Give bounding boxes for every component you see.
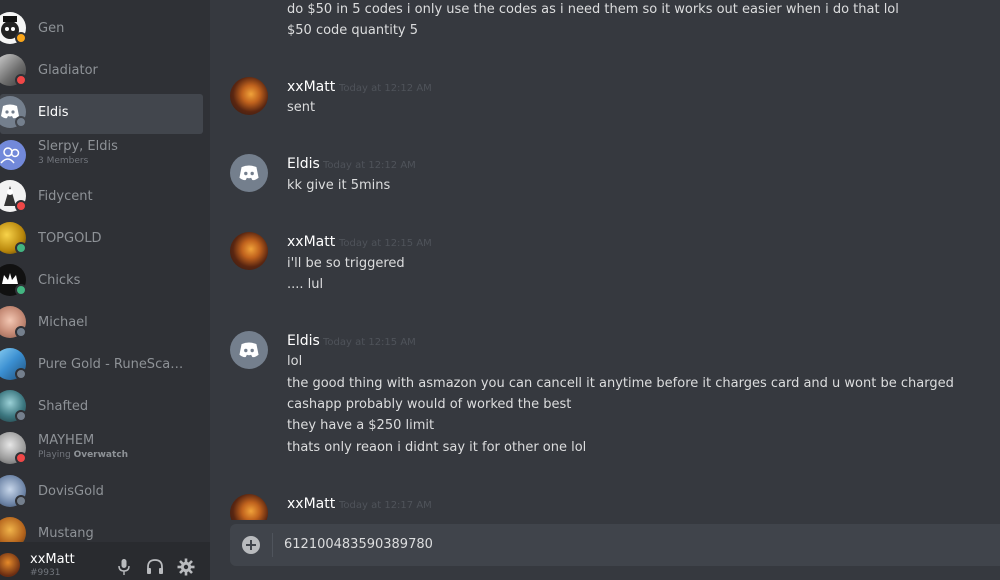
message-text: i'll be so triggered (287, 256, 405, 271)
status-dnd-icon (15, 74, 27, 86)
dm-name: Pure Gold - RuneScape ... (38, 357, 190, 372)
user-panel: xxMatt #9931 (0, 542, 210, 580)
message-text: kk give it 5mins (287, 178, 391, 193)
dm-list: Gen Gladiator Eldis Slerpy, Eldis 3 Memb… (0, 0, 210, 542)
status-offline-icon (15, 116, 27, 128)
status-idle-icon (15, 32, 27, 44)
message-author[interactable]: xxMatt (287, 496, 335, 512)
message-text: the good thing with asmazon you can canc… (287, 376, 954, 391)
message-author[interactable]: xxMatt (287, 79, 335, 95)
divider (272, 533, 273, 557)
dm-item-dovisgold[interactable]: DovisGold (0, 473, 203, 513)
message-text: thats only reaon i didnt say it for othe… (287, 440, 587, 455)
message-author[interactable]: Eldis (287, 333, 320, 349)
settings-gear-icon[interactable] (177, 558, 199, 580)
message-timestamp: Today at 12:15 AM (339, 238, 432, 249)
message-author[interactable]: xxMatt (287, 234, 335, 250)
message-timestamp: Today at 12:12 AM (339, 83, 432, 94)
dm-item-mayhem[interactable]: MAYHEM Playing Overwatch (0, 430, 203, 470)
upload-plus-icon[interactable] (242, 536, 260, 554)
group-icon (0, 147, 20, 164)
activity-prefix: Playing (38, 450, 71, 460)
message-input[interactable]: 612100483590389780 (284, 537, 433, 552)
dm-item-michael[interactable]: Michael (0, 304, 203, 344)
avatar (0, 140, 26, 170)
message-list: do $50 in 5 codes i only use the codes a… (210, 0, 1000, 520)
dm-name: Fidycent (38, 189, 93, 204)
activity-game: Overwatch (73, 450, 129, 460)
dm-name: Shafted (38, 399, 89, 414)
message-avatar[interactable] (230, 331, 268, 369)
status-dnd-icon (15, 452, 27, 464)
dm-name: DovisGold (38, 484, 104, 499)
dm-name: Gen (38, 21, 65, 36)
discord-logo-icon (239, 342, 259, 357)
dm-name: Mustang (38, 526, 94, 541)
dm-item-chicks[interactable]: Chicks (0, 262, 203, 302)
avatar (0, 517, 26, 542)
status-offline-icon (15, 368, 27, 380)
message-avatar[interactable] (230, 77, 268, 115)
dm-name: MAYHEM (38, 433, 95, 448)
status-dnd-icon (15, 200, 27, 212)
message-text: .... lul (287, 277, 324, 292)
dm-name: Chicks (38, 273, 81, 288)
dm-name: TOPGOLD (38, 231, 102, 246)
status-offline-icon (15, 495, 27, 507)
message-avatar[interactable] (230, 232, 268, 270)
user-name: xxMatt (30, 552, 75, 567)
status-online-icon (15, 242, 27, 254)
microphone-icon[interactable] (116, 558, 138, 580)
message-timestamp: Today at 12:12 AM (323, 160, 416, 171)
dm-name: Gladiator (38, 63, 98, 78)
message-text: they have a $250 limit (287, 418, 435, 433)
dm-item-pure-gold[interactable]: Pure Gold - RuneScape ... (0, 346, 203, 386)
message-timestamp: Today at 12:17 AM (339, 500, 432, 511)
dm-item-mustang[interactable]: Mustang (0, 515, 203, 542)
discord-logo-icon (239, 165, 259, 180)
user-tag: #9931 (30, 568, 61, 578)
message-avatar[interactable] (230, 494, 268, 520)
message-text: lol (287, 354, 303, 369)
dm-item-shafted[interactable]: Shafted (0, 388, 203, 428)
dm-subtitle: 3 Members (38, 156, 89, 166)
dm-item-eldis[interactable]: Eldis (0, 94, 203, 134)
dm-name: Slerpy, Eldis (38, 139, 118, 154)
user-avatar[interactable] (0, 553, 20, 577)
dm-name: Michael (38, 315, 88, 330)
dm-item-gen[interactable]: Gen (0, 10, 203, 50)
dm-item-group[interactable]: Slerpy, Eldis 3 Members (0, 136, 203, 176)
message-input-bar[interactable]: 612100483590389780 (230, 524, 1000, 566)
message-timestamp: Today at 12:15 AM (323, 337, 416, 348)
message-author[interactable]: Eldis (287, 156, 320, 172)
status-offline-icon (15, 326, 27, 338)
dm-sidebar: Gen Gladiator Eldis Slerpy, Eldis 3 Memb… (0, 0, 210, 580)
message-text: do $50 in 5 codes i only use the codes a… (287, 2, 899, 17)
dm-item-topgold[interactable]: TOPGOLD (0, 220, 203, 260)
dm-activity: Playing Overwatch (38, 450, 128, 460)
headphones-icon[interactable] (146, 558, 168, 580)
message-avatar[interactable] (230, 154, 268, 192)
status-online-icon (15, 284, 27, 296)
message-text: $50 code quantity 5 (287, 23, 419, 38)
status-offline-icon (15, 410, 27, 422)
message-text: cashapp probably would of worked the bes… (287, 397, 572, 412)
message-text: sent (287, 100, 316, 115)
dm-item-fidycent[interactable]: Fidycent (0, 178, 203, 218)
dm-item-gladiator[interactable]: Gladiator (0, 52, 203, 92)
dm-name: Eldis (38, 105, 69, 120)
